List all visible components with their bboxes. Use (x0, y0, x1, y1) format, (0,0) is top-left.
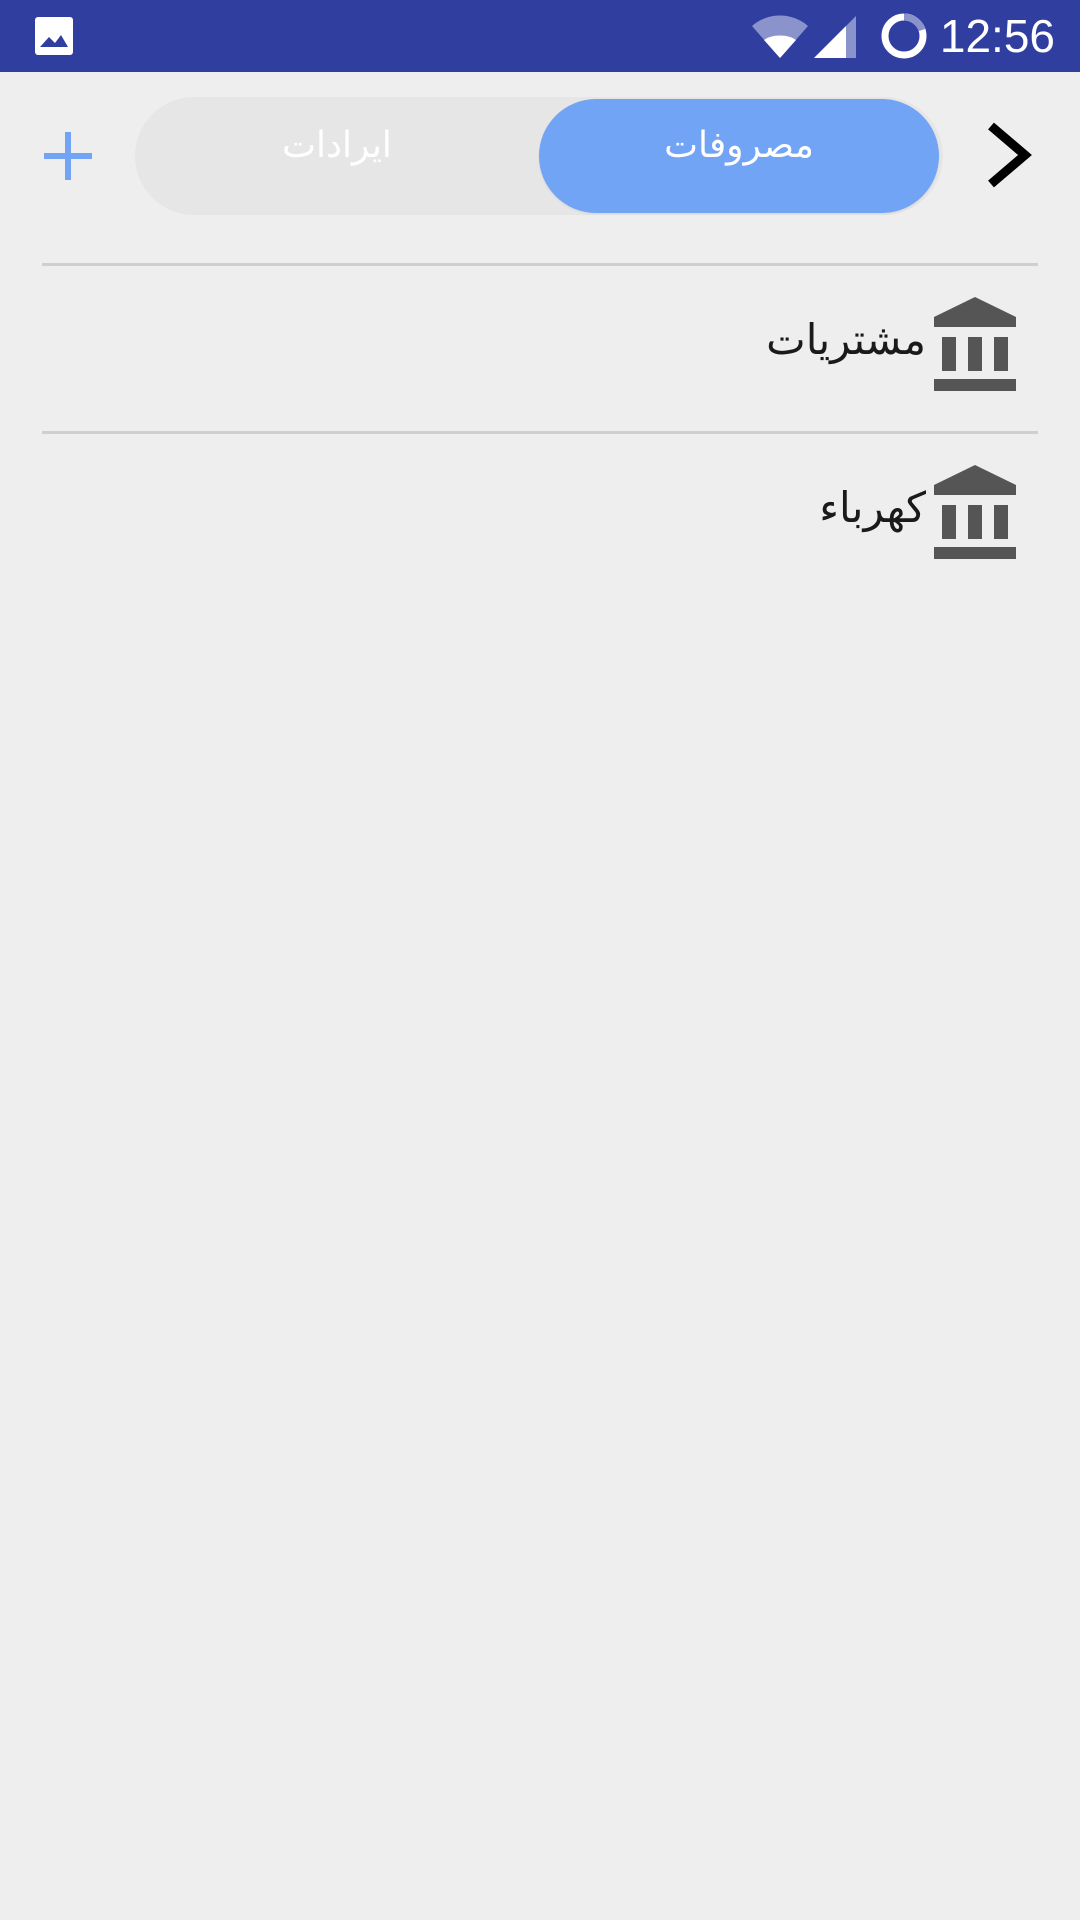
tab-expenses[interactable]: مصروفات (539, 99, 939, 213)
gallery-icon (35, 17, 73, 55)
chevron-right-icon[interactable] (985, 122, 1035, 188)
wifi-icon (752, 15, 808, 58)
tab-income[interactable]: ایرادات (135, 97, 539, 215)
list-item-label: مشتريات (766, 315, 926, 364)
list-item-label: كهرباء (819, 483, 926, 532)
divider (42, 263, 1038, 266)
list-item[interactable]: كهرباء (42, 438, 1038, 598)
tab-expenses-label: مصروفات (664, 124, 814, 166)
plus-icon[interactable] (40, 128, 96, 184)
bank-icon (934, 465, 1016, 559)
list-item[interactable]: مشتريات (42, 270, 1038, 430)
status-time: 12:56 (939, 10, 1055, 62)
tab-income-label: ایرادات (282, 124, 392, 166)
status-bar: 12:56 (0, 0, 1080, 72)
battery-icon (881, 13, 927, 59)
segmented-control: ایرادات مصروفات (135, 97, 943, 215)
bank-icon (934, 297, 1016, 391)
cell-signal-icon (814, 16, 856, 58)
divider (42, 431, 1038, 434)
